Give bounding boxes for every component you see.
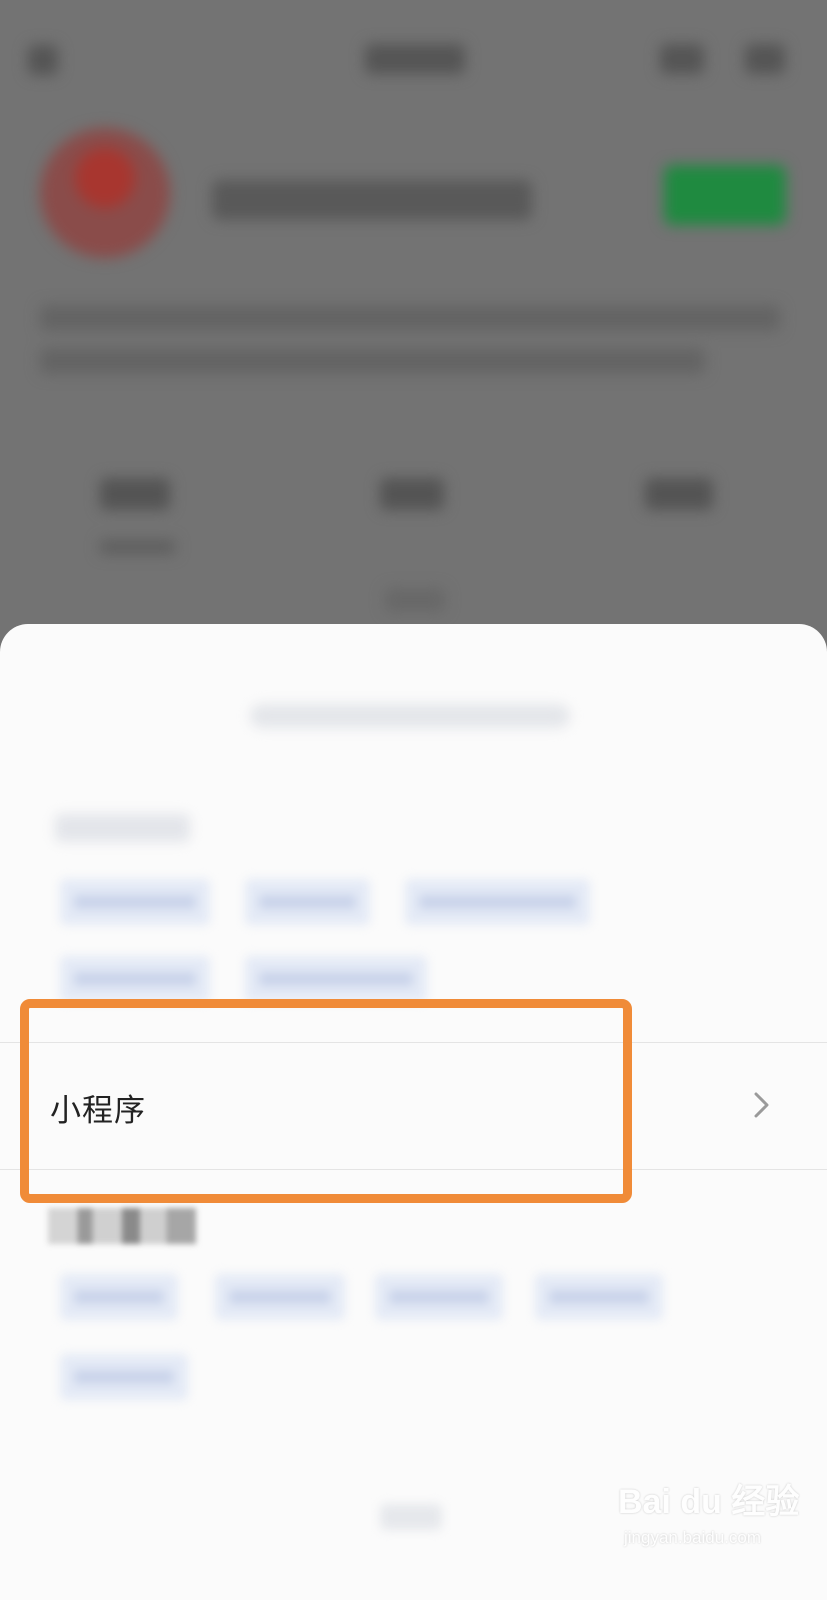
mini-program-row[interactable]: 小程序: [0, 1042, 827, 1170]
related-chip[interactable]: [60, 879, 210, 925]
nav-title: [365, 44, 465, 74]
related-chip[interactable]: [245, 956, 427, 1002]
related-chip[interactable]: [60, 956, 210, 1002]
tab-item: [380, 478, 444, 510]
tab-underline: [100, 540, 175, 554]
sheet-handle: [385, 588, 445, 612]
section-label-pixelated: [48, 1208, 196, 1244]
follow-button: [664, 165, 786, 225]
account-name: [212, 180, 532, 220]
service-chip[interactable]: [535, 1274, 663, 1320]
service-chip[interactable]: [60, 1354, 188, 1400]
section-label: [55, 814, 190, 842]
watermark-logo: Bai du 经验: [618, 1483, 800, 1521]
tab-item: [100, 478, 170, 510]
close-icon: [745, 44, 785, 74]
watermark-url: jingyan.baidu.com: [624, 1528, 762, 1547]
baidu-jingyan-watermark: Bai du 经验 jingyan.baidu.com: [618, 1474, 800, 1564]
sheet-header: [250, 704, 570, 728]
back-icon: [28, 45, 58, 75]
mini-program-label: 小程序: [50, 1093, 146, 1129]
account-avatar: [40, 128, 170, 258]
sheet-footer-button[interactable]: [380, 1504, 442, 1530]
bottom-sheet: 小程序: [0, 624, 827, 1600]
related-chip[interactable]: [405, 879, 590, 925]
background-page: [0, 0, 827, 660]
chevron-right-icon: [747, 1091, 775, 1119]
account-description-line: [40, 348, 705, 374]
account-description-line: [40, 305, 780, 331]
tab-item: [645, 478, 713, 510]
service-chip[interactable]: [375, 1274, 503, 1320]
more-icon: [660, 44, 704, 74]
service-chip[interactable]: [60, 1274, 178, 1320]
related-chip[interactable]: [245, 879, 370, 925]
service-chip[interactable]: [215, 1274, 345, 1320]
